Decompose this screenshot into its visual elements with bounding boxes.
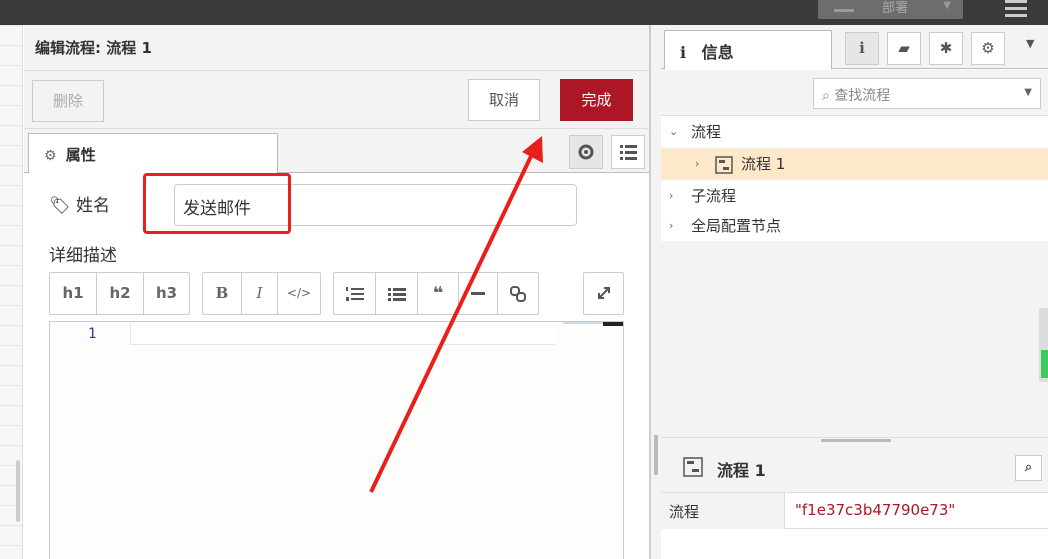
info-tab-button[interactable]: i [845, 32, 879, 65]
chevron-down-icon: ⌄ [669, 125, 679, 138]
tree-item-flows[interactable]: ⌄ 流程 [661, 117, 1048, 147]
format-group: B I </> [202, 272, 321, 315]
name-label: 🏷 姓名 [49, 196, 110, 216]
ordered-list-button[interactable] [334, 273, 376, 314]
property-value: "f1e37c3b47790e73" [795, 501, 956, 519]
line-number: 1 [88, 326, 97, 342]
chevron-down-icon[interactable]: ▼ [1026, 37, 1034, 50]
gear-icon [578, 144, 594, 160]
block-group: ❝ [333, 272, 539, 315]
tree-empty-area [661, 241, 1048, 437]
info-icon: i [859, 39, 865, 57]
properties-form: 🏷 姓名 发送邮件 详细描述 h1 h2 h3 B I </> ❝ 1 [24, 173, 649, 559]
deploy-icon [834, 4, 854, 12]
chevron-right-icon: › [669, 219, 674, 232]
tag-icon: 🏷 [49, 196, 71, 216]
ordered-list-icon [345, 286, 364, 301]
deploy-button[interactable]: 部署 ▼ [818, 0, 963, 19]
config-tab-button[interactable]: ⚙ [971, 32, 1005, 65]
list-icon [620, 145, 637, 160]
quote-icon: ❝ [432, 283, 444, 304]
tab-properties[interactable]: ⚙ 属性 [28, 133, 278, 174]
book-icon: ▰ [898, 39, 910, 57]
flow-tree: ⌄ 流程 › 流程 1 › 子流程 › 全局配置节点 [661, 117, 1048, 437]
info-icon: i [680, 43, 687, 62]
info-sidebar: i 信息 i ▰ ✱ ⚙ ▼ ⌕ 查找流程 ▼ ⌄ 流程 › 流程 1 › 子流… [650, 25, 1048, 559]
h3-button[interactable]: h3 [144, 273, 189, 314]
quote-button[interactable]: ❝ [418, 273, 459, 314]
info-title: 流程 1 [717, 461, 766, 480]
tab-properties-label: 属性 [65, 146, 96, 164]
workspace-canvas[interactable] [0, 25, 23, 559]
tree-item-flow-1[interactable]: › 流程 1 [661, 149, 1048, 179]
tray-title: 编辑流程: 流程 1 [24, 25, 649, 71]
unordered-list-button[interactable] [376, 273, 418, 314]
flow-search-row: ⌕ 查找流程 ▼ [661, 70, 1048, 116]
description-label: 详细描述 [49, 246, 117, 266]
link-button[interactable] [498, 273, 538, 314]
expand-editor-button[interactable] [583, 272, 624, 315]
done-button[interactable]: 完成 [560, 79, 633, 121]
heading-group: h1 h2 h3 [49, 272, 190, 315]
main-menu-button[interactable] [1005, 0, 1027, 18]
link-icon [510, 285, 526, 302]
horizontal-rule-icon [471, 291, 485, 295]
italic-button[interactable]: I [242, 273, 278, 314]
sidebar-separator[interactable] [651, 25, 661, 559]
info-property-row: 流程 "f1e37c3b47790e73" [661, 493, 1048, 529]
editor-scrollbar[interactable] [603, 322, 623, 326]
code-button[interactable]: </> [278, 273, 320, 314]
search-icon: ⌕ [822, 88, 830, 104]
help-tab-button[interactable]: ▰ [887, 32, 921, 65]
search-flow-button[interactable]: ⌕ [1015, 455, 1042, 481]
tab-info-label: 信息 [701, 43, 734, 62]
sidebar-tabs: i 信息 i ▰ ✱ ⚙ ▼ [661, 25, 1048, 70]
deploy-label: 部署 [882, 1, 909, 16]
annotation-highlight-box [143, 173, 291, 234]
resize-handle[interactable] [16, 460, 20, 522]
gear-icon: ⚙ [44, 148, 57, 164]
tray-toolbar: 删除 取消 完成 [24, 71, 649, 129]
edit-flow-tray: 编辑流程: 流程 1 删除 取消 完成 ⚙ 属性 🏷 姓名 发送邮件 详细描述 [24, 25, 650, 559]
expand-icon [597, 287, 610, 299]
tab-info[interactable]: i 信息 [664, 30, 832, 70]
chevron-down-icon[interactable]: ▼ [943, 0, 951, 11]
active-line[interactable] [130, 322, 555, 345]
editor-gutter [50, 322, 128, 559]
chevron-right-icon: › [695, 157, 700, 170]
gear-icon: ⚙ [981, 39, 995, 57]
bug-icon: ✱ [939, 39, 953, 57]
h2-button[interactable]: h2 [97, 273, 144, 314]
info-header: 流程 1 ⌕ [661, 443, 1048, 493]
description-editor[interactable]: 1 [49, 321, 624, 559]
chevron-right-icon: › [669, 189, 674, 202]
settings-tab-button[interactable] [569, 135, 603, 169]
markdown-toolbar: h1 h2 h3 B I </> ❝ [49, 272, 624, 316]
tray-tabs: ⚙ 属性 [24, 129, 649, 174]
debug-tab-button[interactable]: ✱ [929, 32, 963, 65]
chevron-down-icon[interactable]: ▼ [1024, 87, 1032, 98]
flow-search-input[interactable]: ⌕ 查找流程 ▼ [813, 78, 1041, 109]
flow-icon [683, 457, 703, 477]
sidebar-scrollbar[interactable] [1039, 308, 1048, 382]
flow-icon [715, 156, 733, 174]
property-key: 流程 [661, 493, 785, 529]
unordered-list-icon [387, 287, 406, 301]
horizontal-rule-button[interactable] [459, 273, 498, 314]
delete-button[interactable]: 删除 [32, 80, 104, 122]
h1-button[interactable]: h1 [50, 273, 97, 314]
search-icon: ⌕ [1024, 460, 1033, 475]
bold-button[interactable]: B [203, 273, 242, 314]
editor-scrollbar-track [563, 322, 603, 324]
tree-item-subflows[interactable]: › 子流程 [661, 181, 1048, 211]
description-tab-button[interactable] [611, 135, 645, 169]
tree-item-global-config[interactable]: › 全局配置节点 [661, 211, 1048, 241]
cancel-button[interactable]: 取消 [468, 79, 540, 121]
header-bar: 部署 ▼ [0, 0, 1048, 25]
